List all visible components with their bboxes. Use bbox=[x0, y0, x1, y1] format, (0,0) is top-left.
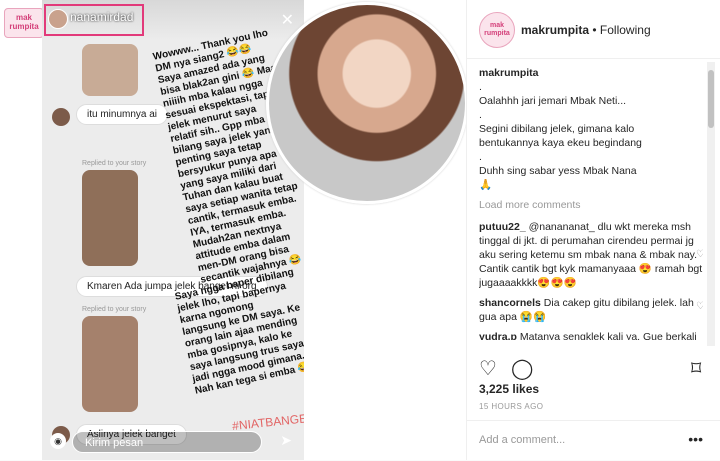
add-comment-input[interactable]: Add a comment... bbox=[479, 434, 565, 446]
heart-icon[interactable]: ♡ bbox=[696, 248, 703, 262]
chat-avatar bbox=[52, 108, 70, 126]
comment-user[interactable]: shancornels bbox=[479, 297, 541, 309]
story-reply-bar: ◉ Kirim pesan ➤ bbox=[42, 426, 304, 460]
comment-item: yudra.p Matanya sengklek kali ya. Gue be… bbox=[479, 330, 703, 340]
caption-line: Oalahhh jari jemari Mbak Neti... bbox=[479, 95, 627, 107]
caption-line: . bbox=[479, 109, 482, 121]
post-actions: ♡ ◯ ⌑ bbox=[479, 356, 709, 380]
username-highlight-box bbox=[44, 4, 144, 36]
close-icon[interactable]: ✕ bbox=[281, 10, 294, 30]
camera-icon[interactable]: ◉ bbox=[50, 433, 66, 449]
comment-item: putuu22_ @nanananat_ dlu wkt mereka msh … bbox=[479, 220, 703, 290]
send-icon[interactable]: ➤ bbox=[280, 432, 292, 449]
comments-list: makrumpita . Oalahhh jari jemari Mbak Ne… bbox=[479, 66, 703, 340]
load-more-comments[interactable]: Load more comments bbox=[479, 198, 703, 212]
comment-icon[interactable]: ◯ bbox=[511, 356, 533, 381]
post-header: mak rumpita makrumpita • Following bbox=[467, 0, 720, 59]
reply-label: Replied to your story bbox=[82, 160, 147, 167]
profile-photo bbox=[266, 2, 468, 204]
post-author: makrumpita • Following bbox=[521, 23, 651, 37]
brand-logo-small: mak rumpita bbox=[4, 8, 44, 38]
caption: makrumpita . Oalahhh jari jemari Mbak Ne… bbox=[479, 66, 703, 192]
more-options-icon[interactable]: ••• bbox=[688, 431, 703, 447]
comment-item: shancornels Dia cakep gitu dibilang jele… bbox=[479, 296, 703, 324]
add-comment-bar: Add a comment... ••• bbox=[467, 420, 720, 461]
caption-author[interactable]: makrumpita bbox=[479, 67, 539, 79]
story-thumbnail bbox=[82, 170, 138, 266]
story-thumbnail bbox=[82, 316, 138, 412]
caption-line: . bbox=[479, 81, 482, 93]
author-username[interactable]: makrumpita bbox=[521, 23, 589, 37]
caption-line: . bbox=[479, 151, 482, 163]
caption-line: 🙏 bbox=[479, 179, 493, 191]
story-screenshot: nanamirdad ✕ itu minumnya ai Replied to … bbox=[42, 0, 304, 460]
comment-user[interactable]: yudra.p bbox=[479, 331, 517, 340]
post-panel: mak rumpita makrumpita • Following makru… bbox=[466, 0, 720, 460]
left-panel: mak rumpita nanamirdad ✕ itu minumnya ai… bbox=[0, 0, 468, 460]
bookmark-icon[interactable]: ⌑ bbox=[691, 356, 701, 381]
follow-status[interactable]: Following bbox=[600, 23, 651, 37]
reply-label: Replied to your story bbox=[82, 306, 147, 313]
header-separator: • bbox=[592, 23, 597, 37]
story-reply-input[interactable]: Kirim pesan bbox=[72, 431, 262, 453]
post-timestamp: 15 HOURS AGO bbox=[479, 402, 544, 411]
story-thumbnail bbox=[82, 44, 138, 96]
like-count[interactable]: 3,225 likes bbox=[479, 382, 539, 396]
caption-line: bentukannya kaya ekeu begindang bbox=[479, 137, 642, 149]
scrollbar-thumb[interactable] bbox=[708, 70, 714, 128]
brand-logo-text: mak rumpita bbox=[9, 13, 39, 31]
comment-user[interactable]: putuu22_ bbox=[479, 221, 526, 233]
heart-icon[interactable]: ♡ bbox=[479, 356, 497, 381]
author-avatar-text: mak rumpita bbox=[484, 22, 510, 37]
heart-icon[interactable]: ♡ bbox=[696, 300, 703, 314]
caption-line: Duhh sing sabar yess Mbak Nana bbox=[479, 165, 637, 177]
author-avatar[interactable]: mak rumpita bbox=[479, 12, 515, 48]
caption-line: Segini dibilang jelek, gimana kalo bbox=[479, 123, 635, 135]
chat-message: itu minumnya ai bbox=[76, 104, 169, 125]
scrollbar[interactable] bbox=[707, 62, 715, 346]
